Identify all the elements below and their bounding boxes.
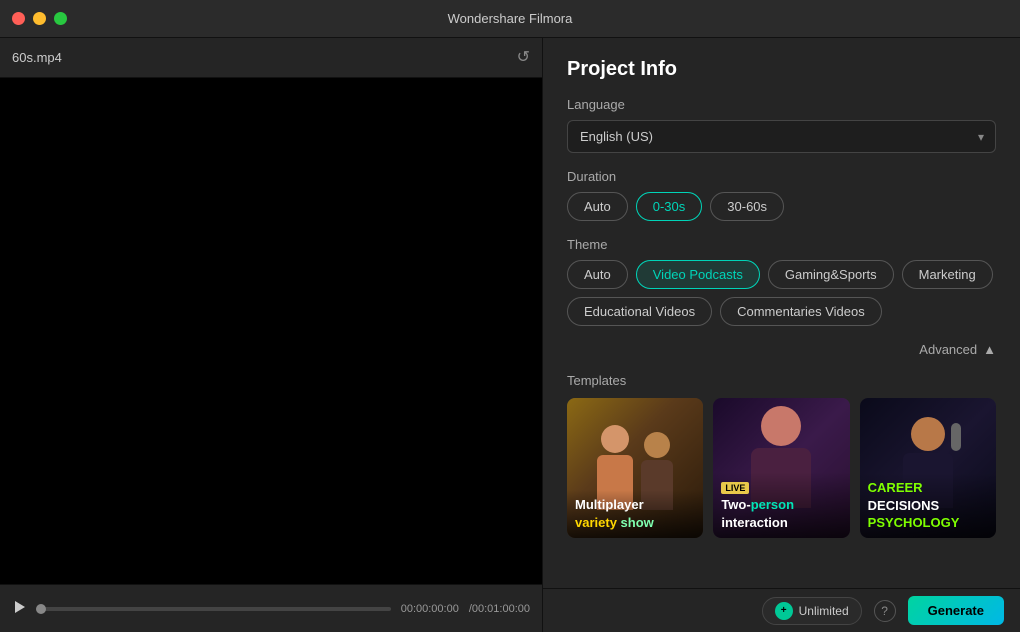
left-panel: 60s.mp4 ↺ 00:00:00:00 /00:01:00:00: [0, 38, 543, 632]
app-title: Wondershare Filmora: [448, 11, 573, 26]
template-overlay-3: CAREER DECISIONS PSYCHOLOGY: [860, 473, 996, 538]
chevron-up-icon: ▲: [983, 342, 996, 357]
progress-bar[interactable]: [36, 607, 391, 611]
file-name: 60s.mp4: [12, 50, 62, 65]
advanced-section[interactable]: Advanced ▲: [567, 342, 996, 357]
theme-video-podcasts-button[interactable]: Video Podcasts: [636, 260, 760, 289]
live-badge: LIVE: [721, 482, 749, 494]
right-panel: Project Info Language English (US) Spani…: [543, 38, 1020, 632]
template-overlay-1: Multiplayer variety show: [567, 490, 703, 538]
template-overlay-2: LIVE Two-person interaction: [713, 472, 849, 538]
templates-label: Templates: [567, 373, 996, 388]
duration-section: Duration Auto 0-30s 30-60s: [567, 169, 996, 221]
play-button[interactable]: [12, 600, 26, 617]
window-controls: [12, 12, 67, 25]
theme-marketing-button[interactable]: Marketing: [902, 260, 993, 289]
theme-commentaries-button[interactable]: Commentaries Videos: [720, 297, 882, 326]
close-button[interactable]: [12, 12, 25, 25]
language-select[interactable]: English (US) Spanish French German Chine…: [567, 120, 996, 153]
duration-auto-button[interactable]: Auto: [567, 192, 628, 221]
language-select-wrapper: English (US) Spanish French German Chine…: [567, 120, 996, 153]
time-current: 00:00:00:00: [401, 603, 459, 615]
duration-30-60s-button[interactable]: 30-60s: [710, 192, 784, 221]
language-label: Language: [567, 97, 996, 112]
theme-section: Theme Auto Video Podcasts Gaming&Sports …: [567, 237, 996, 326]
template-card-career[interactable]: CAREER DECISIONS PSYCHOLOGY: [860, 398, 996, 538]
titlebar: Wondershare Filmora: [0, 0, 1020, 38]
templates-section: Templates: [567, 373, 996, 538]
duration-label: Duration: [567, 169, 996, 184]
main-layout: 60s.mp4 ↺ 00:00:00:00 /00:01:00:00 Proje…: [0, 38, 1020, 632]
project-info-title: Project Info: [567, 58, 996, 81]
minimize-button[interactable]: [33, 12, 46, 25]
language-section: Language English (US) Spanish French Ger…: [567, 97, 996, 153]
template-card-two-person[interactable]: LIVE Two-person interaction: [713, 398, 849, 538]
theme-auto-button[interactable]: Auto: [567, 260, 628, 289]
refresh-button[interactable]: ↺: [517, 50, 530, 66]
time-total: /00:01:00:00: [469, 603, 530, 615]
bottom-bar: + Unlimited ? Generate: [543, 588, 1020, 632]
theme-label: Theme: [567, 237, 996, 252]
theme-educational-button[interactable]: Educational Videos: [567, 297, 712, 326]
maximize-button[interactable]: [54, 12, 67, 25]
advanced-label: Advanced: [919, 342, 977, 357]
unlimited-label: Unlimited: [799, 604, 849, 618]
duration-0-30s-button[interactable]: 0-30s: [636, 192, 703, 221]
file-bar: 60s.mp4 ↺: [0, 38, 542, 78]
video-preview: [0, 78, 542, 584]
duration-buttons: Auto 0-30s 30-60s: [567, 192, 996, 221]
theme-gaming-sports-button[interactable]: Gaming&Sports: [768, 260, 894, 289]
theme-buttons-row1: Auto Video Podcasts Gaming&Sports Market…: [567, 260, 996, 289]
playback-controls: 00:00:00:00 /00:01:00:00: [0, 584, 542, 632]
generate-button[interactable]: Generate: [908, 596, 1004, 625]
progress-thumb: [36, 604, 46, 614]
theme-buttons-row2: Educational Videos Commentaries Videos: [567, 297, 996, 326]
unlimited-badge[interactable]: + Unlimited: [762, 597, 862, 625]
help-button[interactable]: ?: [874, 600, 896, 622]
unlimited-icon: +: [775, 602, 793, 620]
template-card-multiplayer[interactable]: Multiplayer variety show: [567, 398, 703, 538]
templates-grid: Multiplayer variety show: [567, 398, 996, 538]
